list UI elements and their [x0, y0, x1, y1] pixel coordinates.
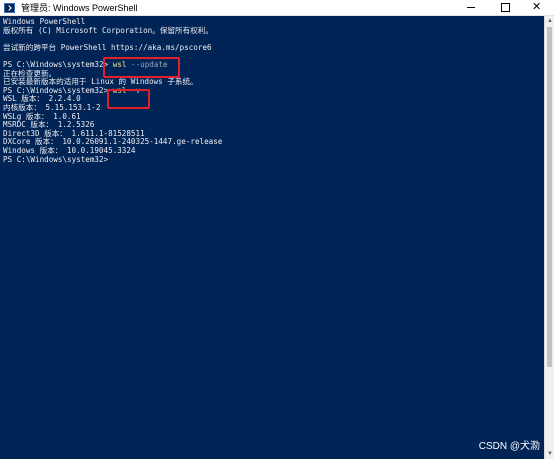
console-line: 版权所有 (C) Microsoft Corporation。保留所有权利。 [3, 25, 213, 35]
vertical-scrollbar[interactable]: ▲ ▼ [544, 16, 554, 459]
powershell-icon [4, 3, 15, 13]
maximize-button[interactable] [489, 0, 521, 15]
watermark: CSDN @犬泐 [478, 441, 540, 452]
close-button[interactable]: ✕ [522, 0, 554, 15]
console-prompt-line[interactable]: PS C:\Windows\system32> [3, 155, 222, 165]
console-output[interactable]: Windows PowerShell 版权所有 (C) Microsoft Cor… [0, 16, 544, 459]
prompt: PS C:\Windows\system32> [3, 59, 113, 69]
minimize-button[interactable] [455, 0, 487, 15]
maximize-icon [501, 3, 510, 12]
close-icon: ✕ [532, 1, 542, 13]
update-command-highlight [103, 57, 180, 78]
powershell-window: 管理员: Windows PowerShell ✕ Windows PowerS… [0, 0, 554, 459]
scrollbar-thumb[interactable] [547, 27, 552, 367]
version-command-highlight [107, 89, 150, 109]
window-title: 管理员: Windows PowerShell [21, 3, 138, 13]
title-bar[interactable]: 管理员: Windows PowerShell ✕ [0, 0, 554, 16]
console-line: 尝试新的跨平台 PowerShell https://aka.ms/pscore… [3, 42, 212, 52]
scroll-up-icon[interactable]: ▲ [546, 16, 554, 26]
scroll-down-icon[interactable]: ▼ [546, 449, 554, 459]
minimize-icon [467, 7, 475, 8]
